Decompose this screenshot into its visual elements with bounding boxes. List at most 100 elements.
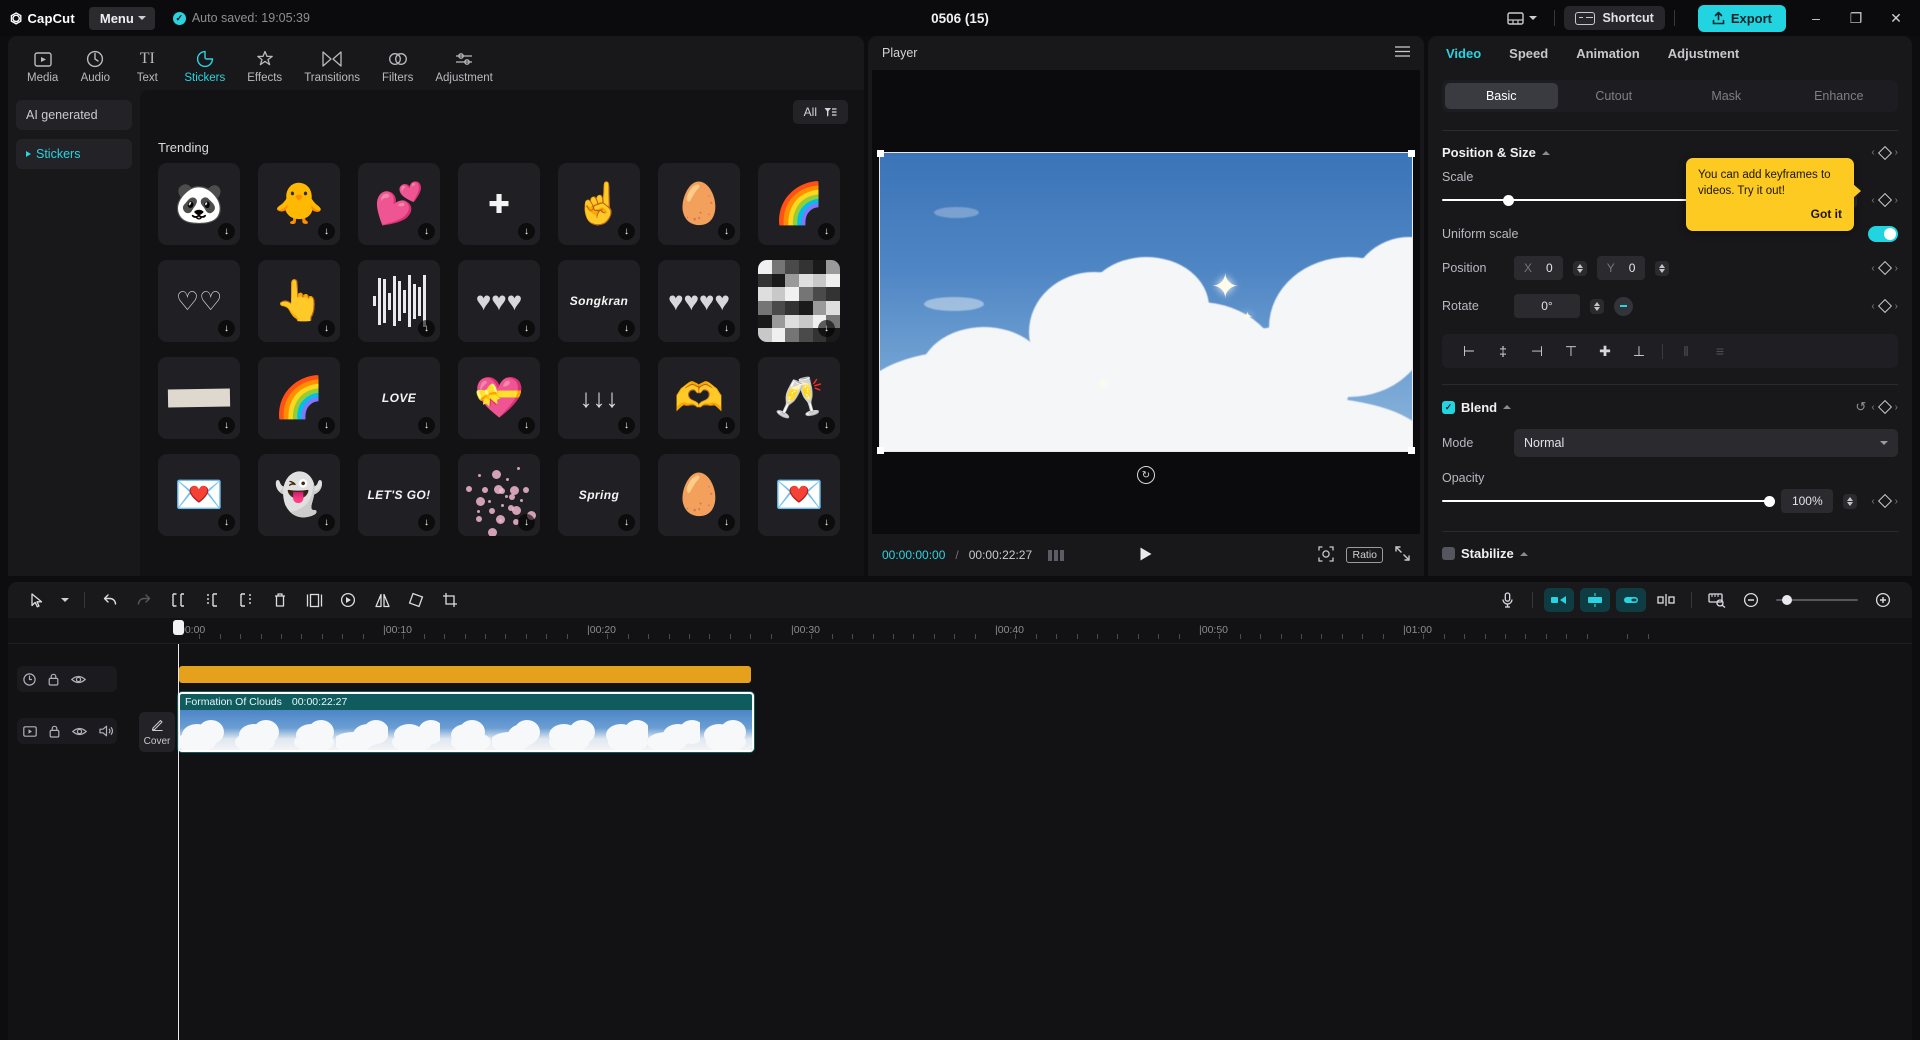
align-top-button[interactable]: ⊤	[1554, 340, 1588, 362]
keyframe-diamond-icon[interactable]	[1878, 193, 1892, 207]
menu-button[interactable]: Menu	[89, 7, 155, 30]
download-icon[interactable]: ↓	[518, 320, 535, 337]
download-icon[interactable]: ↓	[618, 320, 635, 337]
undo-button[interactable]	[93, 585, 127, 615]
sticker-love-letters-collage[interactable]: 💌↓	[158, 454, 240, 536]
download-icon[interactable]: ↓	[318, 514, 335, 531]
chevron-up-icon[interactable]	[1542, 151, 1550, 155]
position-y-stepper[interactable]	[1655, 261, 1669, 276]
tab-speed[interactable]: Speed	[1495, 46, 1562, 74]
close-button[interactable]: ✕	[1876, 0, 1916, 36]
sticker-pointing-hand-cursor[interactable]: ☝↓	[558, 163, 640, 245]
slider-knob[interactable]	[1503, 195, 1514, 206]
keyframe-next-icon[interactable]: ›	[1895, 195, 1898, 206]
tab-animation[interactable]: Animation	[1562, 46, 1654, 74]
sticker-audio-waveform[interactable]: ↓	[358, 260, 440, 342]
download-icon[interactable]: ↓	[418, 223, 435, 240]
slider-knob[interactable]	[1782, 595, 1792, 605]
sticker-pink-fireworks-burst[interactable]: ↓	[458, 454, 540, 536]
keyframe-prev-icon[interactable]: ‹	[1871, 263, 1874, 274]
rotate-button[interactable]	[399, 585, 433, 615]
sticker-pixel-heart-bar[interactable]: ♥♥♥♥↓	[658, 260, 740, 342]
sticker-checkerboard-pattern[interactable]: ↓	[758, 260, 840, 342]
opacity-value[interactable]: 100%	[1781, 489, 1833, 513]
link-clips-chip-button[interactable]	[1616, 588, 1646, 612]
position-x-stepper[interactable]	[1573, 261, 1587, 276]
sticker-double-heart-outline[interactable]: ♡♡↓	[158, 260, 240, 342]
sticker-rainbow-heart[interactable]: 🌈↓	[758, 163, 840, 245]
download-icon[interactable]: ↓	[318, 417, 335, 434]
align-right-button[interactable]: ⊣	[1520, 340, 1554, 362]
download-icon[interactable]: ↓	[818, 320, 835, 337]
sticker-lets-go-text[interactable]: LET'S GO!↓	[358, 454, 440, 536]
download-icon[interactable]: ↓	[318, 223, 335, 240]
nav-tab-transitions[interactable]: Transitions	[293, 45, 371, 90]
align-center-horizontal-button[interactable]: ‡	[1486, 340, 1520, 362]
record-voiceover-button[interactable]	[1490, 585, 1524, 615]
opacity-stepper[interactable]	[1843, 494, 1857, 509]
video-clip[interactable]: Formation Of Clouds 00:00:22:27	[178, 692, 754, 752]
sticker-floating-hearts[interactable]: 💕↓	[358, 163, 440, 245]
align-middle-vertical-button[interactable]: ✚	[1588, 340, 1622, 362]
download-icon[interactable]: ↓	[418, 514, 435, 531]
play-button[interactable]	[1139, 546, 1154, 565]
zoom-fit-icon[interactable]	[1318, 546, 1334, 565]
redo-button[interactable]	[127, 585, 161, 615]
download-icon[interactable]: ↓	[318, 320, 335, 337]
download-icon[interactable]: ↓	[218, 223, 235, 240]
blend-mode-select[interactable]: Normal	[1514, 429, 1898, 457]
sticker-easter-egg-pink[interactable]: 🥚↓	[658, 163, 740, 245]
segment-cutout[interactable]: Cutout	[1558, 83, 1671, 109]
freeze-frame-button[interactable]	[297, 585, 331, 615]
keyframe-next-icon[interactable]: ›	[1895, 301, 1898, 312]
download-icon[interactable]: ↓	[718, 320, 735, 337]
opacity-slider[interactable]	[1442, 494, 1771, 508]
segment-mask[interactable]: Mask	[1670, 83, 1783, 109]
trim-right-button[interactable]	[229, 585, 263, 615]
shortcut-button[interactable]: Shortcut	[1564, 6, 1664, 30]
sticker-yellow-chick[interactable]: 🐥↓	[258, 163, 340, 245]
eye-icon[interactable]	[72, 726, 87, 737]
subnav-item-ai-generated[interactable]: AI generated	[16, 100, 132, 130]
subnav-item-stickers[interactable]: Stickers	[16, 139, 132, 169]
download-icon[interactable]: ↓	[418, 417, 435, 434]
fullscreen-icon[interactable]	[1395, 546, 1410, 564]
chevron-up-icon[interactable]	[1520, 552, 1528, 556]
keyframe-diamond-icon[interactable]	[1878, 261, 1892, 275]
tool-dropdown-button[interactable]	[54, 585, 76, 615]
tab-video[interactable]: Video	[1442, 46, 1495, 74]
sticker-white-arrows-down[interactable]: ↓↓↓↓	[558, 357, 640, 439]
segment-basic[interactable]: Basic	[1445, 83, 1558, 109]
slider-knob[interactable]	[1764, 496, 1775, 507]
sticker-white-pointer-hand[interactable]: 👆↓	[258, 260, 340, 342]
keyframe-diamond-icon[interactable]	[1878, 494, 1892, 508]
auto-captions-chip-button[interactable]	[1544, 588, 1574, 612]
sticker-spring-time-text[interactable]: Spring↓	[558, 454, 640, 536]
position-x-field[interactable]: X 0	[1514, 256, 1563, 280]
rotate-value[interactable]: 0°	[1514, 294, 1580, 318]
sticker-panda-face[interactable]: 🐼↓	[158, 163, 240, 245]
trim-left-button[interactable]	[195, 585, 229, 615]
sticker-champagne-toast[interactable]: 🥂↓	[758, 357, 840, 439]
rotate-dial[interactable]	[1614, 297, 1633, 316]
download-icon[interactable]: ↓	[518, 223, 535, 240]
mirror-button[interactable]	[365, 585, 399, 615]
timeline-zoom-slider[interactable]	[1776, 593, 1858, 607]
download-icon[interactable]: ↓	[818, 223, 835, 240]
keyframe-prev-icon[interactable]: ‹	[1871, 147, 1874, 158]
reverse-button[interactable]	[331, 585, 365, 615]
keyframe-next-icon[interactable]: ›	[1895, 147, 1898, 158]
nav-tab-adjustment[interactable]: Adjustment	[424, 45, 504, 90]
sticker-clip[interactable]	[179, 666, 751, 683]
sticker-cute-ghost[interactable]: 👻↓	[258, 454, 340, 536]
keyframe-diamond-icon[interactable]	[1878, 299, 1892, 313]
playhead-handle[interactable]	[173, 620, 184, 635]
keyframe-next-icon[interactable]: ›	[1895, 496, 1898, 507]
timeline-ruler[interactable]: 00:00|00:10|00:20|00:30|00:40|00:50|01:0…	[8, 618, 1912, 644]
zoom-out-icon[interactable]	[1734, 585, 1768, 615]
sticker-sparkles[interactable]: ✚↓	[458, 163, 540, 245]
chevron-up-icon[interactable]	[1503, 405, 1511, 409]
sticker-heart-row-arrows[interactable]: ♥♥♥↓	[458, 260, 540, 342]
nav-tab-stickers[interactable]: Stickers	[173, 45, 236, 90]
sticker-winged-love-envelope[interactable]: 💌↓	[758, 454, 840, 536]
